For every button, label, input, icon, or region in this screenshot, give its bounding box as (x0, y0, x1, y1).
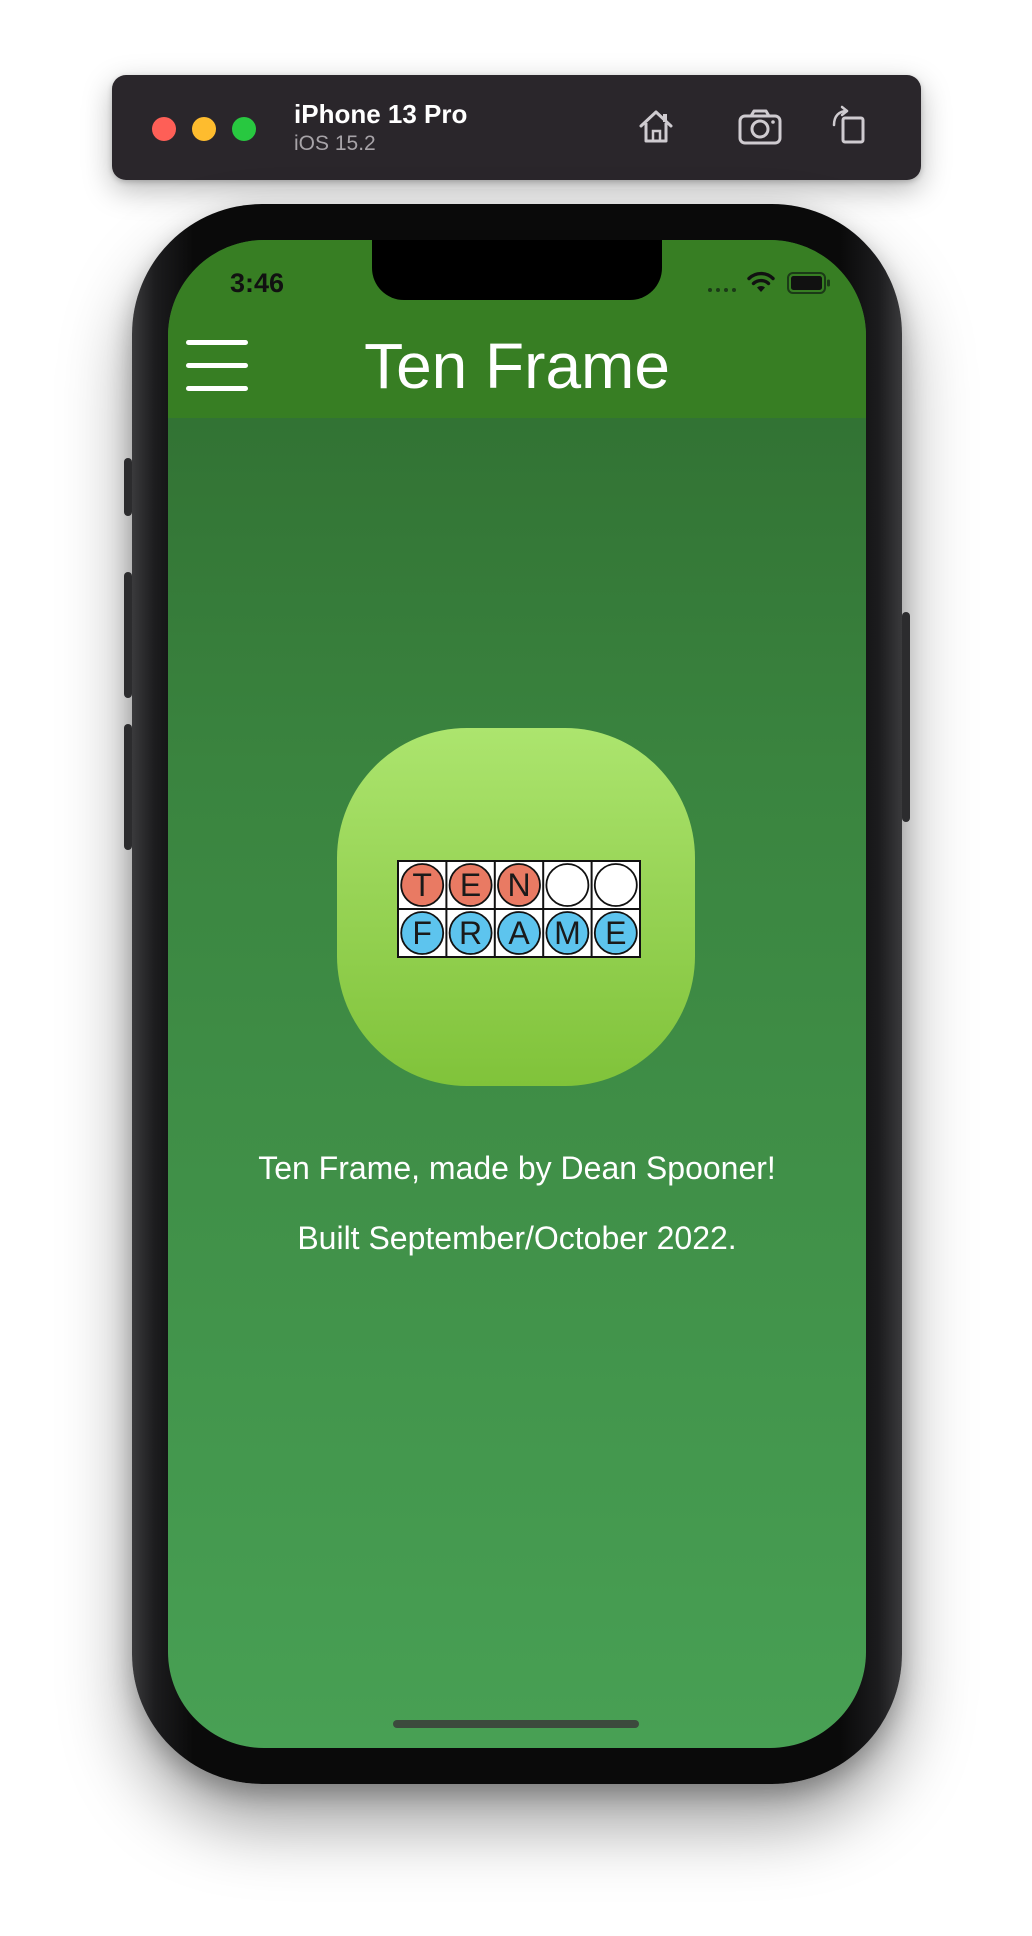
counter-letter-row2-1: F (412, 915, 432, 951)
ten-frame-logo: T E NF R A M E (397, 860, 641, 958)
counter-letter-row1-1: T (412, 867, 432, 903)
simulator-toolbar: iPhone 13 Pro iOS 15.2 (112, 75, 921, 180)
app-logo: TENFRAME (337, 728, 695, 1086)
rotate-button[interactable] (824, 101, 876, 153)
page-title: Ten Frame (364, 330, 670, 402)
silent-switch (124, 458, 132, 516)
counter-letter-row2-5: E (605, 915, 626, 951)
close-window-button[interactable] (152, 117, 176, 141)
home-indicator[interactable] (393, 1720, 639, 1728)
build-date-text: Built September/October 2022. (297, 1220, 737, 1256)
counter-letter-row1-3: N (507, 867, 530, 903)
credits-text: Ten Frame, made by Dean Spooner! (258, 1150, 776, 1186)
counter-letter-row2-2: R (459, 915, 482, 951)
zoom-window-button[interactable] (232, 117, 256, 141)
screenshot-icon (738, 109, 782, 145)
counter-row1-5 (593, 863, 638, 907)
wifi-icon (747, 271, 775, 292)
counter-letter-row2-3: A (508, 915, 530, 951)
status-time: 3:46 (230, 268, 285, 298)
counter-row1-4 (545, 863, 590, 907)
counter-letter-row1-2: E (460, 867, 481, 903)
cellular-signal-icon (708, 288, 738, 292)
minimize-window-button[interactable] (192, 117, 216, 141)
phone-screen: 3:46 Ten Frame TENF R A M E Ten Frame, m… (168, 240, 866, 1748)
power-button (902, 612, 910, 822)
device-name: iPhone 13 Pro (294, 99, 468, 129)
app-bar: 3:46 Ten Frame (168, 240, 866, 418)
volume-down-button (124, 724, 132, 850)
screenshot-button[interactable] (734, 101, 786, 153)
os-version: iOS 15.2 (294, 132, 376, 155)
home-button[interactable] (630, 101, 682, 153)
rotate-icon (832, 105, 865, 144)
battery-icon (787, 272, 830, 294)
notch (372, 240, 662, 300)
counter-letter-row2-4: M (554, 915, 581, 951)
volume-up-button (124, 572, 132, 698)
home-icon (639, 110, 673, 143)
